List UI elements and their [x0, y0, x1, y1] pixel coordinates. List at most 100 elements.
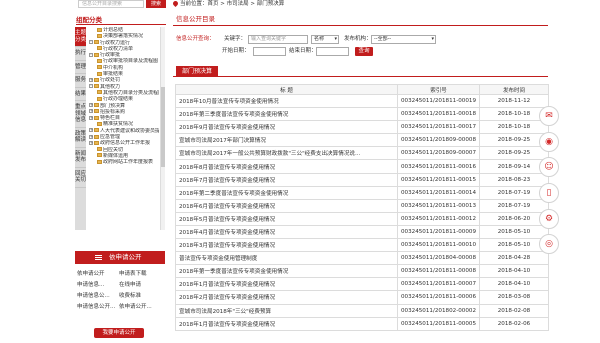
row-index: 003245011/201811-00008: [397, 264, 480, 279]
weibo-alt-icon: ◎: [545, 239, 553, 250]
table-header-row: 标 题 索引号 发布时间: [175, 84, 549, 95]
tree-item-label: 审批结果: [103, 71, 124, 78]
keyword-input[interactable]: 输入查询关键字: [248, 35, 308, 44]
row-title-link[interactable]: 2018年8月普法宣传专项资金使用情况: [175, 159, 398, 174]
query-button[interactable]: 查询: [355, 47, 373, 56]
table-row: 宣城市司法局2018年"三公"经费预算 003245011/201802-0000…: [175, 303, 549, 318]
row-title-link[interactable]: 2018年9月普法宣传专项资金使用情况: [175, 120, 398, 135]
row-index: 003245011/201811-00018: [397, 107, 480, 122]
row-date: 2018-02-08: [479, 303, 549, 318]
tree-scrollbar[interactable]: [160, 27, 165, 230]
mobile-icon: ▯: [546, 188, 552, 199]
field-select[interactable]: 名称: [311, 35, 339, 44]
category-tab[interactable]: 主题分类: [75, 27, 86, 47]
apply-link[interactable]: 申请信息...: [77, 280, 119, 291]
category-title: 组配分类: [76, 15, 166, 25]
apply-link[interactable]: 依申请公开...: [119, 302, 161, 313]
row-title-link[interactable]: 2018年5月普法宣传专项资金使用情况: [175, 211, 398, 226]
expand-icon[interactable]: +: [89, 115, 93, 120]
collapse-icon[interactable]: -: [89, 52, 93, 57]
tree-item-label: 精准扶贫情况: [103, 121, 134, 128]
apply-link[interactable]: 收费标准: [119, 291, 161, 302]
folder-icon: [94, 40, 99, 45]
table-row: 2018年5月普法宣传专项资金使用情况 003245011/201811-0001…: [175, 211, 549, 226]
robot-button[interactable]: ⚙: [539, 208, 559, 229]
expand-icon[interactable]: +: [89, 134, 93, 139]
apply-link[interactable]: 申请信息公...: [77, 291, 119, 302]
folder-icon: [94, 103, 99, 108]
catalog-search-input[interactable]: 信息公开目录搜索: [78, 0, 144, 8]
row-title-link[interactable]: 宣城市司法局2017年一般公共预算财政拨款"三公"经费支出决算情况说...: [175, 146, 398, 161]
wechat-icon: ☺: [544, 162, 554, 173]
tab-budget[interactable]: 部门预决算: [176, 66, 218, 77]
folder-icon: [97, 27, 102, 32]
category-tab[interactable]: 结果: [75, 88, 86, 101]
row-title-link[interactable]: 宣城市司法局2017年部门决算情况: [175, 133, 398, 148]
weibo-button[interactable]: ◉: [539, 131, 559, 152]
end-date-input[interactable]: [316, 47, 349, 56]
start-date-input[interactable]: [253, 47, 286, 56]
row-title-link[interactable]: 普法宣传专项资金使用管理制度: [175, 251, 398, 266]
tree-item-label: 人大代表建议和政协委员提案办理: [100, 127, 159, 134]
wechat-button[interactable]: ☺: [539, 157, 559, 178]
folder-icon: [97, 46, 102, 51]
tree-item-label: 决策部署落实情况: [103, 33, 144, 40]
row-title-link[interactable]: 2018年第一季度普法宣传专项资金使用情况: [175, 264, 398, 279]
row-index: 003245011/201811-00012: [397, 211, 480, 226]
apply-link-row: 申请信息公开... 依申请公开...: [77, 302, 167, 313]
category-tab[interactable]: 重点领域信息: [75, 101, 86, 128]
scrollbar-thumb[interactable]: [161, 87, 165, 167]
folder-icon: [97, 153, 102, 158]
category-tab[interactable]: 政策解读: [75, 128, 86, 148]
collapse-icon[interactable]: -: [89, 40, 93, 45]
row-index: 003245011/201811-00015: [397, 172, 480, 187]
category-tab[interactable]: 回应关切: [75, 168, 86, 188]
row-title-link[interactable]: 2018年4月普法宣传专项资金使用情况: [175, 224, 398, 240]
row-title-link[interactable]: 2018年10月普法宣传专项资金使用情况: [175, 93, 398, 109]
expand-icon[interactable]: +: [89, 128, 93, 133]
tree-item-label: 政府网站工作年度报表: [103, 159, 154, 166]
mail-button[interactable]: ✉: [539, 106, 559, 126]
collapse-icon[interactable]: -: [89, 84, 93, 89]
category-tree: 计划总结 决策部署落实情况 - 行政权力运行 行政权力清单 - 行政审批 行政审批项目录及流程…: [89, 27, 159, 230]
org-select[interactable]: --全部--: [371, 35, 436, 44]
weibo-alt-button[interactable]: ◎: [539, 234, 559, 255]
table-row: 2018年第二季度普法宣传专项资金使用情况 003245011/201811-00…: [175, 185, 549, 200]
row-index: 003245011/201811-00010: [397, 238, 480, 253]
tree-item-label: 回应关切: [103, 146, 124, 153]
tree-item-label: 特色栏目: [100, 115, 121, 122]
row-date: 2018-04-10: [479, 264, 549, 279]
row-date: 2018-02-06: [479, 316, 549, 331]
start-date-label: 开始日期：: [222, 48, 250, 54]
mobile-button[interactable]: ▯: [539, 183, 559, 204]
row-title-link[interactable]: 2018年第三季度普法宣传专项资金使用情况: [175, 107, 398, 122]
expand-icon[interactable]: +: [89, 109, 93, 114]
row-title-link[interactable]: 宣城市司法局2018年"三公"经费预算: [175, 303, 398, 318]
category-tab[interactable]: 新闻发布: [75, 148, 86, 168]
row-title-link[interactable]: 2018年7月普法宣传专项资金使用情况: [175, 172, 398, 187]
tree-item[interactable]: 政府网站工作年度报表: [89, 159, 159, 165]
apply-button[interactable]: 我要申请公开: [94, 328, 144, 338]
tree-item-label: 计划总结: [103, 27, 124, 33]
expand-icon[interactable]: +: [89, 140, 93, 145]
tree-item-label: 部门预决算: [100, 102, 126, 109]
header-title: 标 题: [175, 84, 398, 95]
expand-icon[interactable]: +: [89, 77, 93, 82]
row-title-link[interactable]: 2018年1月普法宣传专项资金使用情况: [175, 316, 398, 331]
row-title-link[interactable]: 2018年3月普法宣传专项资金使用情况: [175, 238, 398, 253]
row-title-link[interactable]: 2018年1月普法宣传专项资金使用情况: [175, 277, 398, 292]
category-tab[interactable]: 执行: [75, 47, 86, 61]
apply-link[interactable]: 申请表下载: [119, 269, 161, 280]
apply-link[interactable]: 申请信息公开...: [77, 302, 119, 313]
row-title-link[interactable]: 2018年6月普法宣传专项资金使用情况: [175, 198, 398, 213]
tree-item-label: 新媒体运用: [103, 152, 129, 159]
category-tab[interactable]: 管理: [75, 61, 86, 74]
folder-icon: [97, 71, 102, 76]
apply-link[interactable]: 依申请公开: [77, 269, 119, 280]
catalog-search-button[interactable]: 搜索: [146, 0, 166, 8]
category-tab[interactable]: 服务: [75, 74, 86, 88]
apply-link[interactable]: 在线申请: [119, 280, 161, 291]
row-title-link[interactable]: 2018年2月普法宣传专项资金使用情况: [175, 290, 398, 305]
expand-icon[interactable]: +: [89, 103, 93, 108]
row-title-link[interactable]: 2018年第二季度普法宣传专项资金使用情况: [175, 185, 398, 200]
